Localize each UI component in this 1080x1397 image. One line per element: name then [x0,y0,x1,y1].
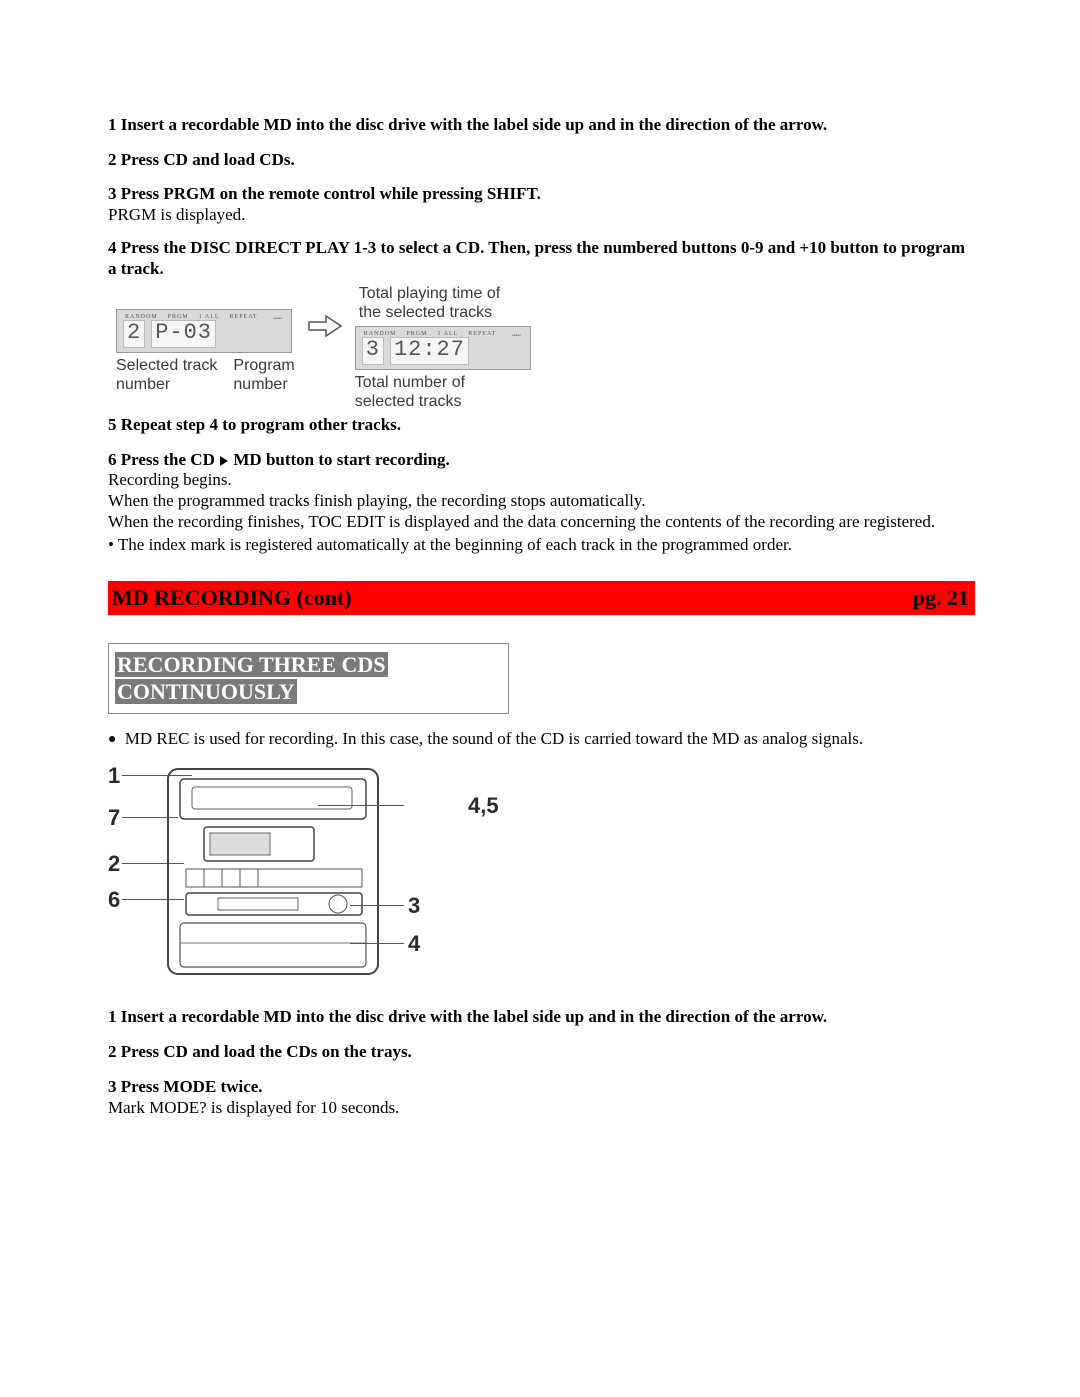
leader-line [318,805,404,806]
bottom-step-2: 2 Press CD and load the CDs on the trays… [108,1042,975,1063]
display-right-column: Total playing time of the selected track… [355,285,531,411]
bottom-step-3-block: 3 Press MODE twice. Mark MODE? is displa… [108,1077,975,1118]
panel-indicator-row: RANDOM PRGM 1 ALL REPEAT [364,331,522,337]
step-6-text-pre: 6 Press the CD [108,450,215,469]
panel-decor-dots: ┅┅ [512,331,520,340]
step-6-bullet: • The index mark is registered automatic… [108,535,975,556]
selected-track-number-readout: 2 [123,320,145,348]
step-5: 5 Repeat step 4 to program other tracks. [108,415,975,436]
display-right-labels: Total number of selected tracks [355,374,465,411]
callout-1: 1 [108,763,120,789]
step-6-instruction: 6 Press the CD MD button to start record… [108,450,975,471]
arrow-icon [305,315,345,337]
leader-line [122,863,184,864]
callout-3: 3 [408,893,420,919]
indicator-label: REPEAT [230,314,258,320]
section-bar: MD RECORDING (cont) pg. 21 [110,583,973,613]
unit-diagram: 1 7 2 6 4,5 3 4 [108,757,468,987]
step-6-block: 6 Press the CD MD button to start record… [108,450,975,556]
panel-decor-dots: ┅┅ [273,314,281,323]
step-6-text-post: MD button to start recording. [233,450,449,469]
leader-line [122,899,184,900]
step-2: 2 Press CD and load CDs. [108,150,975,171]
step-6-note-3: When the recording finishes, TOC EDIT is… [108,512,975,533]
display-left-labels: Selected track number Program number [116,357,295,394]
sub-heading-line-2: CONTINUOUSLY [115,679,297,704]
step-6-note-2: When the programmed tracks finish playin… [108,491,975,512]
display-figure: RANDOM PRGM 1 ALL REPEAT ┅┅ 2 P-03 Selec… [108,285,975,411]
indicator-label: REPEAT [468,331,496,337]
total-time-readout: 12:27 [390,337,469,365]
callout-4: 4 [408,931,420,957]
indicator-label: RANDOM [364,331,397,337]
step-4: 4 Press the DISC DIRECT PLAY 1-3 to sele… [108,238,975,279]
label-selected-track-number: Selected track number [116,357,217,394]
total-tracks-readout: 3 [362,337,384,365]
display-panel-left: RANDOM PRGM 1 ALL REPEAT ┅┅ 2 P-03 [116,309,292,353]
intro-bullet-text: MD REC is used for recording. In this ca… [120,729,863,748]
panel-indicator-row: RANDOM PRGM 1 ALL REPEAT [125,314,283,320]
indicator-label: 1 ALL [199,314,220,320]
leader-line [122,775,192,776]
program-number-readout: P-03 [151,320,216,348]
leader-line [122,817,178,818]
indicator-label: PRGM [168,314,189,320]
bottom-step-3-instruction: 3 Press MODE twice. [108,1077,975,1098]
indicator-label: 1 ALL [437,331,458,337]
step-6-note-1: Recording begins. [108,470,975,491]
play-triangle-icon [220,456,228,466]
label-program-number: Program number [233,357,294,394]
step-3-block: 3 Press PRGM on the remote control while… [108,184,975,225]
label-total-playing-time: Total playing time of the selected track… [359,285,500,322]
step-1: 1 Insert a recordable MD into the disc d… [108,115,975,136]
filled-bullet-icon: ● [108,732,116,747]
callout-2: 2 [108,851,120,877]
sub-heading-box: RECORDING THREE CDS CONTINUOUSLY [108,643,509,714]
callout-4-5: 4,5 [468,793,499,819]
step-3-note: PRGM is displayed. [108,205,975,226]
callout-6: 6 [108,887,120,913]
document-page: 1 Insert a recordable MD into the disc d… [0,0,1080,1190]
section-title: MD RECORDING (cont) [112,585,352,611]
intro-bullet: ● MD REC is used for recording. In this … [108,728,975,749]
indicator-label: RANDOM [125,314,158,320]
step-3-instruction: 3 Press PRGM on the remote control while… [108,184,975,205]
label-total-number-tracks: Total number of selected tracks [355,374,465,411]
callout-7: 7 [108,805,120,831]
bottom-step-3-note: Mark MODE? is displayed for 10 seconds. [108,1098,975,1119]
display-left-column: RANDOM PRGM 1 ALL REPEAT ┅┅ 2 P-03 Selec… [116,309,295,394]
indicator-label: PRGM [406,331,427,337]
bottom-step-1: 1 Insert a recordable MD into the disc d… [108,1007,975,1028]
sub-heading-line-1: RECORDING THREE CDS [115,652,388,677]
section-bar-frame: MD RECORDING (cont) pg. 21 [108,581,975,615]
page-number: pg. 21 [913,585,969,611]
display-panel-right: RANDOM PRGM 1 ALL REPEAT ┅┅ 3 12:27 [355,326,531,370]
leader-line [350,905,404,906]
leader-line [350,943,404,944]
